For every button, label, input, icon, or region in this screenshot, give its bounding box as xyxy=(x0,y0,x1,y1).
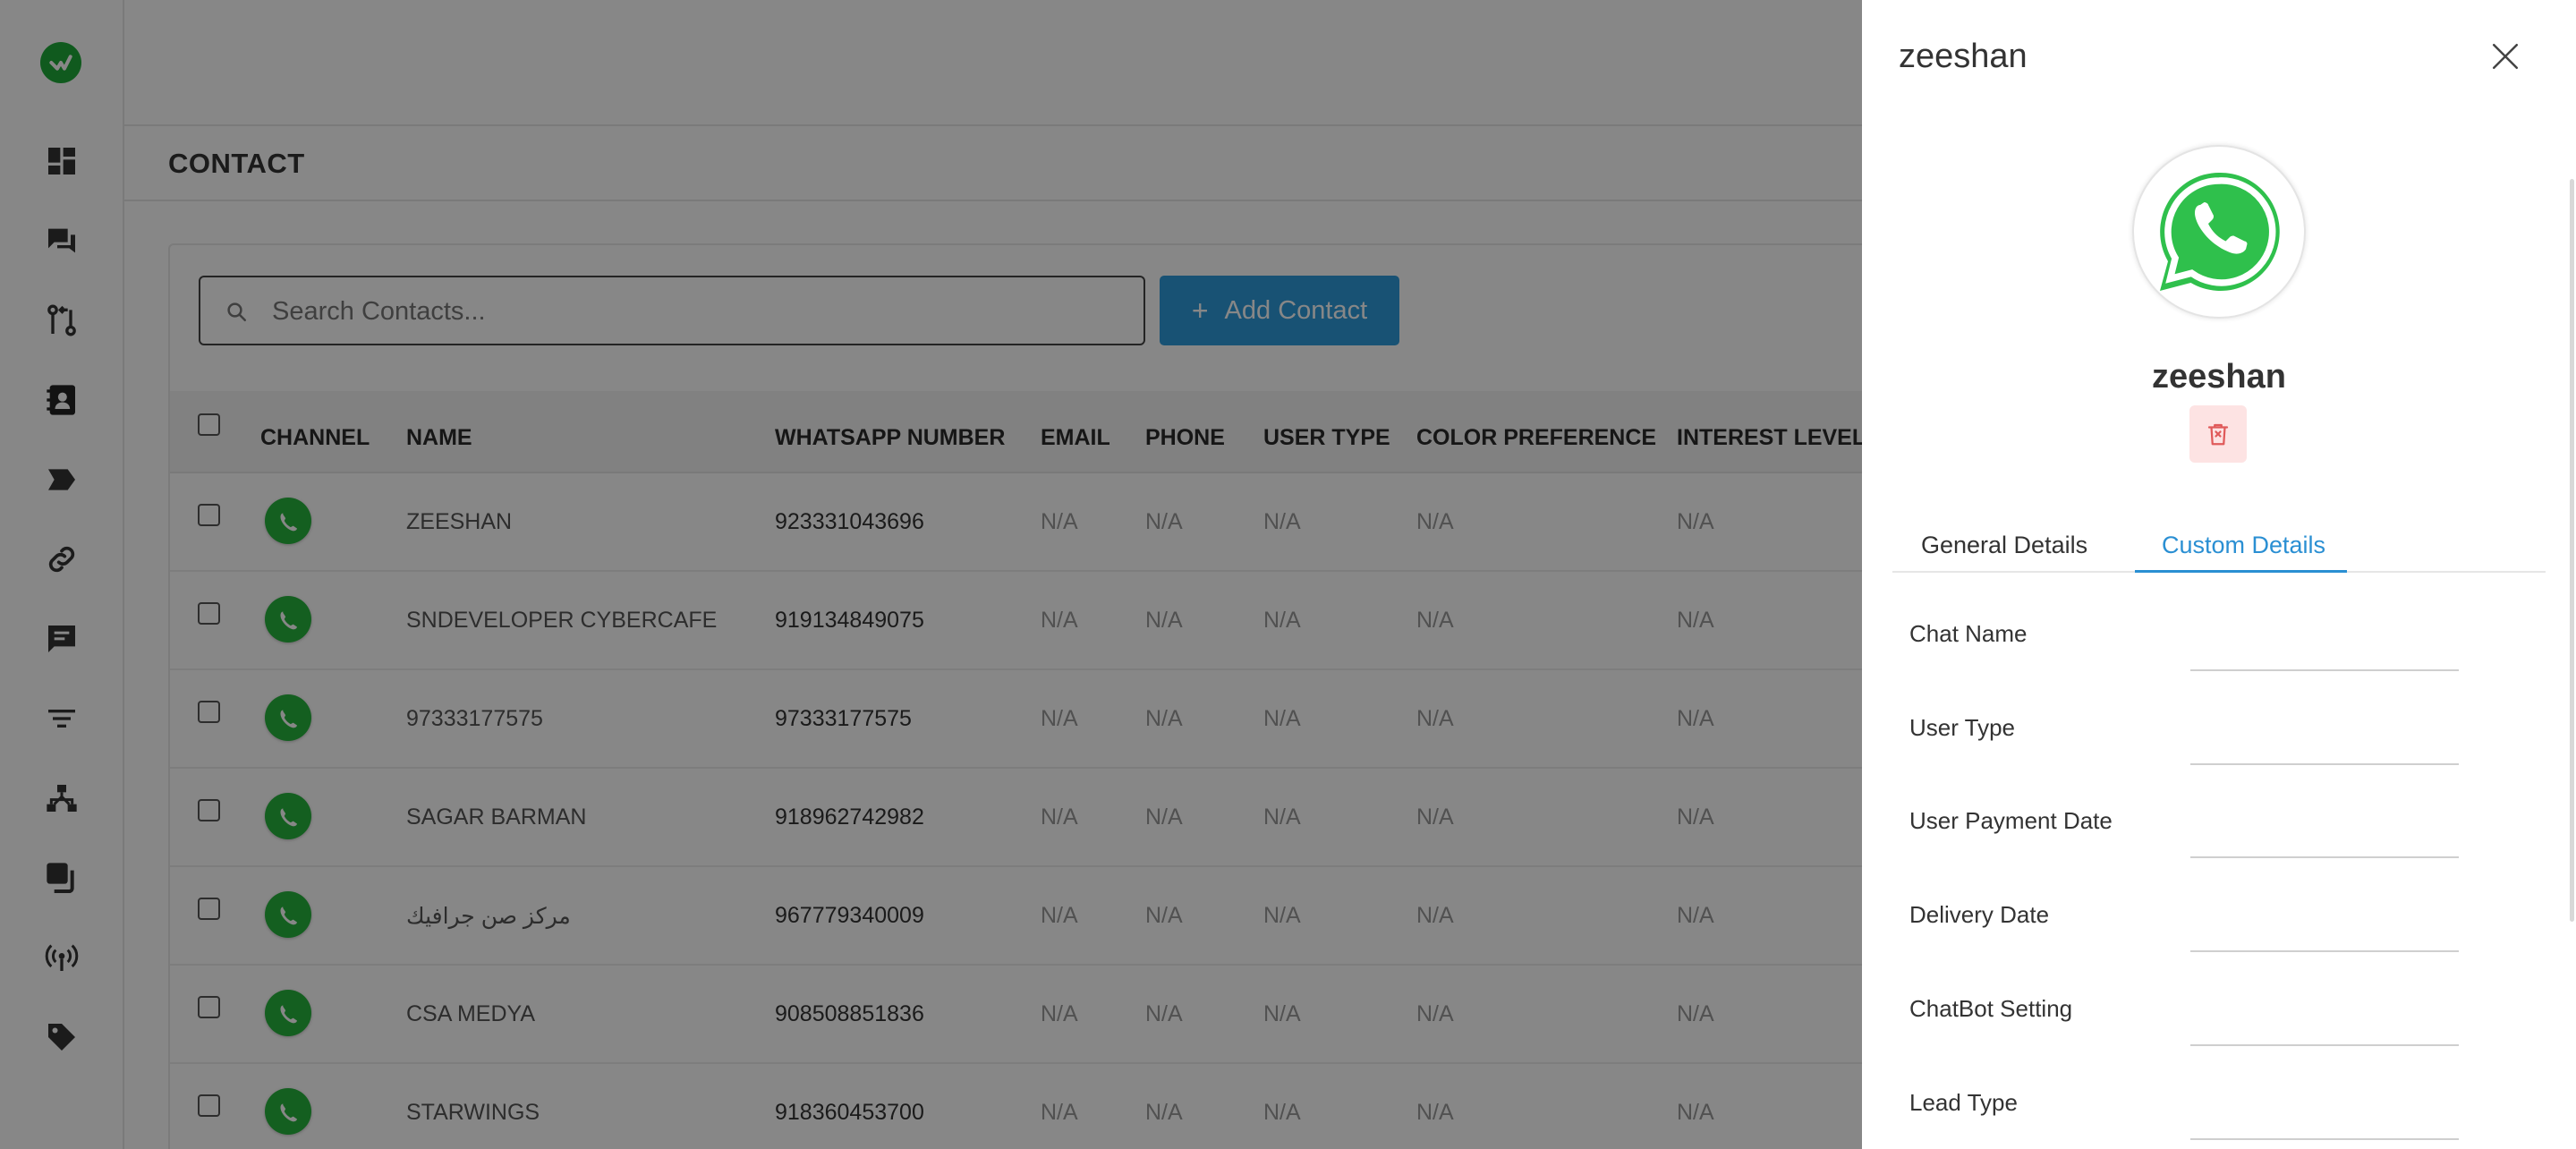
tab-general-details[interactable]: General Details xyxy=(1921,532,2087,559)
user-payment-date-field[interactable] xyxy=(2190,813,2459,858)
modal-backdrop[interactable] xyxy=(0,0,1862,1149)
field-label-delivery-date: Delivery Date xyxy=(1909,901,2050,928)
contact-detail-panel: zeeshan zeeshan General Details Custom D… xyxy=(1862,0,2576,1149)
avatar xyxy=(2132,145,2306,319)
lead-type-field[interactable] xyxy=(2190,1095,2459,1140)
active-tab-indicator xyxy=(2135,570,2347,573)
delivery-date-field[interactable] xyxy=(2190,907,2459,952)
profile-name: zeeshan xyxy=(2152,358,2286,396)
field-label-user-payment-date: User Payment Date xyxy=(1909,807,2113,834)
delete-contact-button[interactable] xyxy=(2189,405,2247,463)
whatsapp-icon xyxy=(2160,172,2280,291)
panel-scrollbar-thumb[interactable] xyxy=(2570,179,2574,922)
detail-tabs: General Details Custom Details xyxy=(1892,517,2546,573)
field-label-lead-type: Lead Type xyxy=(1909,1089,2018,1116)
chat-name-field[interactable] xyxy=(2190,626,2459,671)
chatbot-setting-field[interactable] xyxy=(2190,1001,2459,1046)
tab-custom-details[interactable]: Custom Details xyxy=(2162,532,2325,559)
field-label-chat-name: Chat Name xyxy=(1909,620,2028,647)
panel-scrollbar[interactable] xyxy=(2567,63,2576,1149)
user-type-field[interactable] xyxy=(2190,720,2459,765)
field-label-chatbot-setting: ChatBot Setting xyxy=(1909,995,2073,1022)
trash-icon xyxy=(2207,423,2229,446)
panel-title: zeeshan xyxy=(1899,38,2028,75)
close-icon[interactable] xyxy=(2490,41,2521,72)
field-label-user-type: User Type xyxy=(1909,714,2016,741)
